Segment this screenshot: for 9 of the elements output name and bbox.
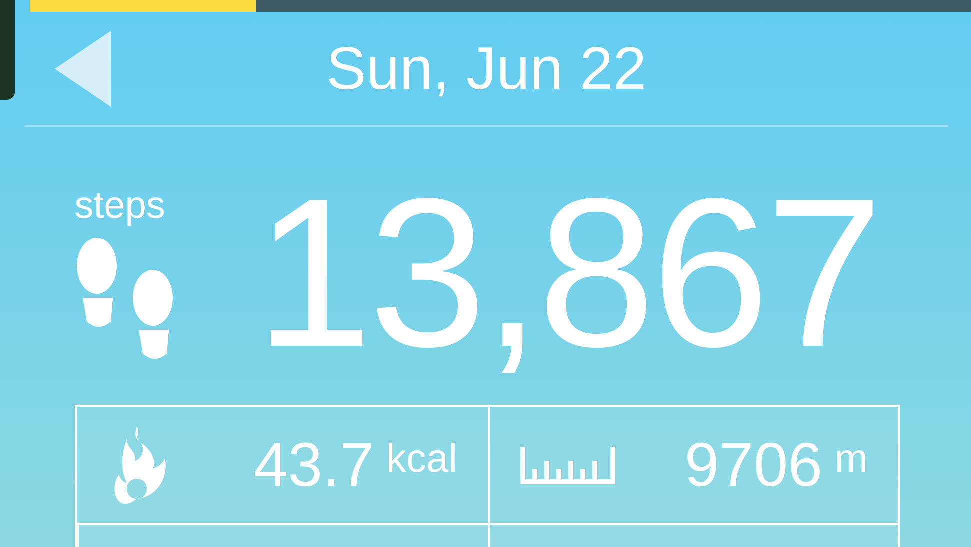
step-count: 13,867 [255, 167, 880, 379]
back-arrow-icon[interactable] [55, 30, 111, 106]
stat-unit: kcal [386, 436, 458, 482]
stat-value: 9706 [684, 430, 823, 500]
stat-unit: m [834, 436, 868, 482]
steps-label: steps [74, 185, 166, 228]
stat-value: 43.7 [254, 430, 374, 500]
ruler-icon [520, 445, 616, 485]
date-title: Sun, Jun 22 [325, 34, 648, 103]
